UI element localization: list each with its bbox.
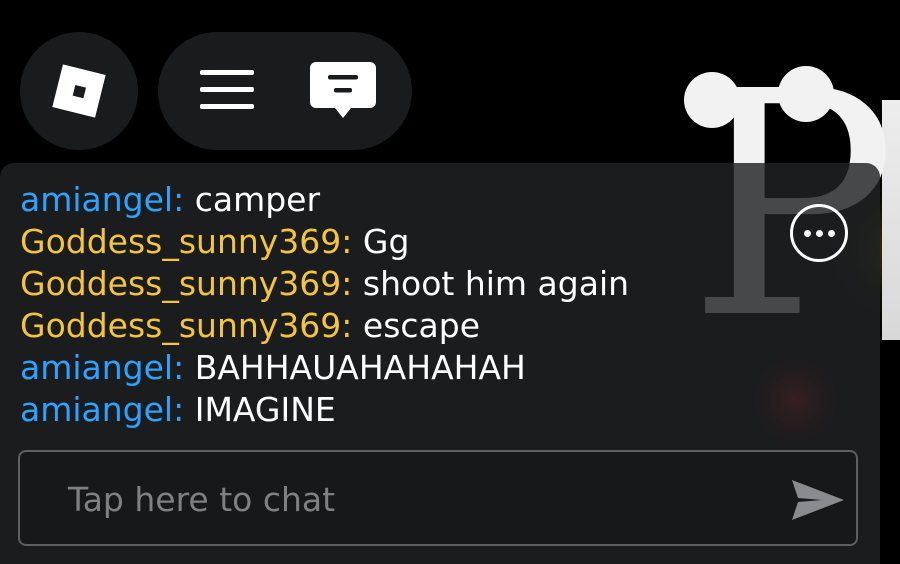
chat-message-sender[interactable]: Goddess_sunny369: xyxy=(20,306,352,345)
chat-message: Goddess_sunny369: shoot him again xyxy=(20,263,780,305)
chat-message-text: shoot him again xyxy=(362,264,630,303)
chat-input-placeholder: Tap here to chat xyxy=(68,480,336,519)
more-options-icon[interactable] xyxy=(790,204,848,262)
chat-message: amiangel: BAHHAUAHAHAHAH xyxy=(20,347,780,389)
hamburger-menu-icon[interactable] xyxy=(200,66,254,114)
send-icon[interactable] xyxy=(790,478,846,522)
chat-message-text: camper xyxy=(194,180,321,219)
chat-message-list: amiangel: camper Goddess_sunny369: Gg Godd… xyxy=(20,179,780,431)
chat-message-sender[interactable]: amiangel: xyxy=(20,348,184,387)
roblox-menu-button[interactable] xyxy=(20,32,138,150)
chat-window: amiangel: camper Goddess_sunny369: Gg Godd… xyxy=(0,163,880,564)
chat-message: Goddess_sunny369: escape xyxy=(20,305,780,347)
game-screen: P amiangel: camperGoddess_sunny369: GgGo… xyxy=(0,0,900,564)
chat-message: amiangel: camper xyxy=(20,179,780,221)
chat-message: Goddess_sunny369: Gg xyxy=(20,221,780,263)
chat-message-sender[interactable]: amiangel: xyxy=(20,390,184,429)
chat-message-text: Gg xyxy=(362,222,410,261)
top-bar-pill xyxy=(158,32,412,150)
chat-bubble-icon[interactable] xyxy=(310,62,376,120)
chat-message-text: BAHHAUAHAHAHAH xyxy=(194,348,526,387)
chat-message-sender[interactable]: amiangel: xyxy=(20,180,184,219)
chat-input-field[interactable]: Tap here to chat xyxy=(18,450,858,546)
roblox-logo-icon xyxy=(52,64,106,118)
chat-message-text: escape xyxy=(362,306,481,345)
chat-message: amiangel: IMAGINE xyxy=(20,389,780,431)
chat-message-text: IMAGINE xyxy=(194,390,336,429)
chat-message-sender[interactable]: Goddess_sunny369: xyxy=(20,222,352,261)
chat-message-sender[interactable]: Goddess_sunny369: xyxy=(20,264,352,303)
